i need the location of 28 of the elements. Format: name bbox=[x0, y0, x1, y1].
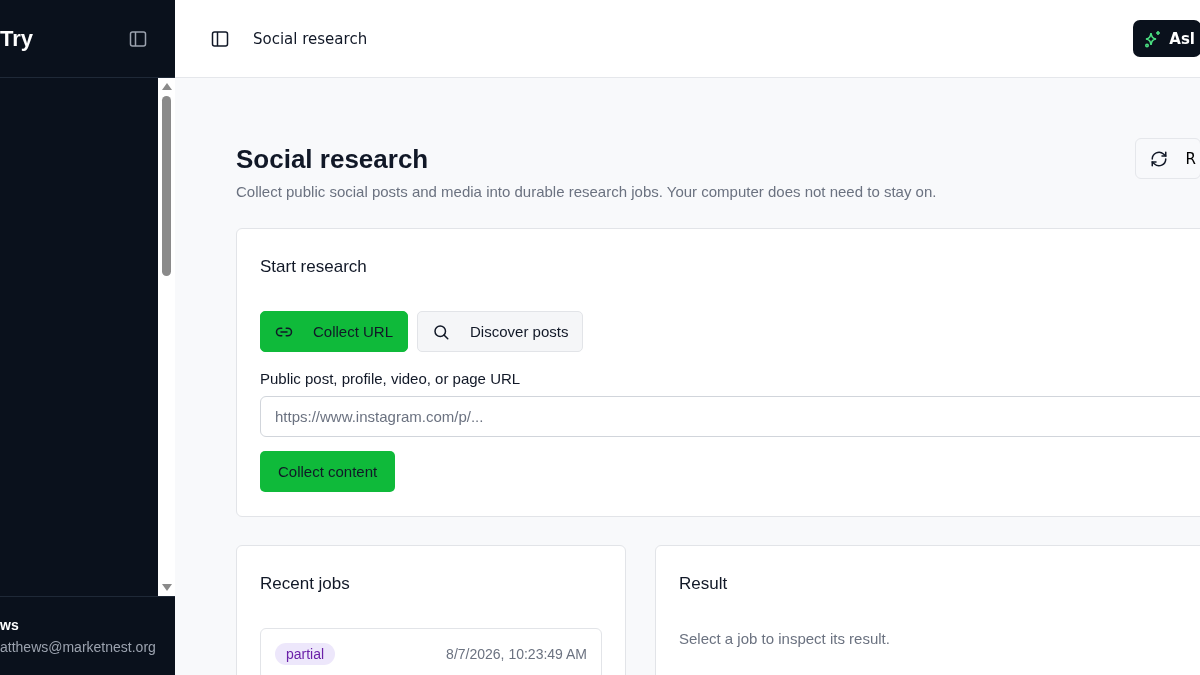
user-name: ws bbox=[0, 617, 20, 633]
scroll-up-icon[interactable] bbox=[161, 82, 172, 90]
job-time: 8/7/2026, 10:23:49 AM bbox=[446, 646, 587, 662]
page-breadcrumb: Social research bbox=[253, 29, 369, 48]
card-title: Recent jobs bbox=[260, 574, 351, 594]
mode-tab[interactable]: Discover posts bbox=[417, 311, 584, 352]
card-title: Start research bbox=[260, 257, 367, 277]
sidebar-toggle-icon[interactable] bbox=[211, 29, 229, 48]
search-icon bbox=[432, 322, 451, 341]
card-title: Result bbox=[679, 574, 729, 594]
user-email: atthews@marketnest.org bbox=[0, 639, 157, 655]
job-item[interactable]: partial 8/7/2026, 10:23:49 AM bbox=[260, 628, 602, 675]
brand-name: Try bbox=[0, 25, 34, 52]
refresh-button[interactable]: R bbox=[1134, 138, 1200, 179]
scrollbar[interactable] bbox=[158, 78, 175, 596]
ask-button[interactable]: Asl bbox=[1133, 20, 1200, 57]
sidebar-toggle-icon[interactable] bbox=[129, 29, 147, 48]
refresh-icon bbox=[1149, 149, 1168, 168]
empty-message: Select a job to inspect its result. bbox=[679, 630, 891, 647]
scroll-down-icon[interactable] bbox=[161, 584, 172, 592]
page-title: Social research bbox=[236, 144, 430, 175]
collect-content-button[interactable]: Collect content bbox=[260, 451, 396, 492]
page-subtitle: Collect public social posts and media into durable research jobs. Your computer does not need to stay on. bbox=[236, 183, 937, 200]
field-label: Public post, profile, video, or page URL bbox=[260, 370, 521, 387]
scrollbar-thumb[interactable] bbox=[162, 96, 171, 276]
url-input-field[interactable]: https://www.instagram.com/p/... bbox=[260, 396, 1200, 437]
status-badge: partial bbox=[275, 643, 336, 665]
mode-tab[interactable]: Collect URL bbox=[260, 311, 409, 352]
